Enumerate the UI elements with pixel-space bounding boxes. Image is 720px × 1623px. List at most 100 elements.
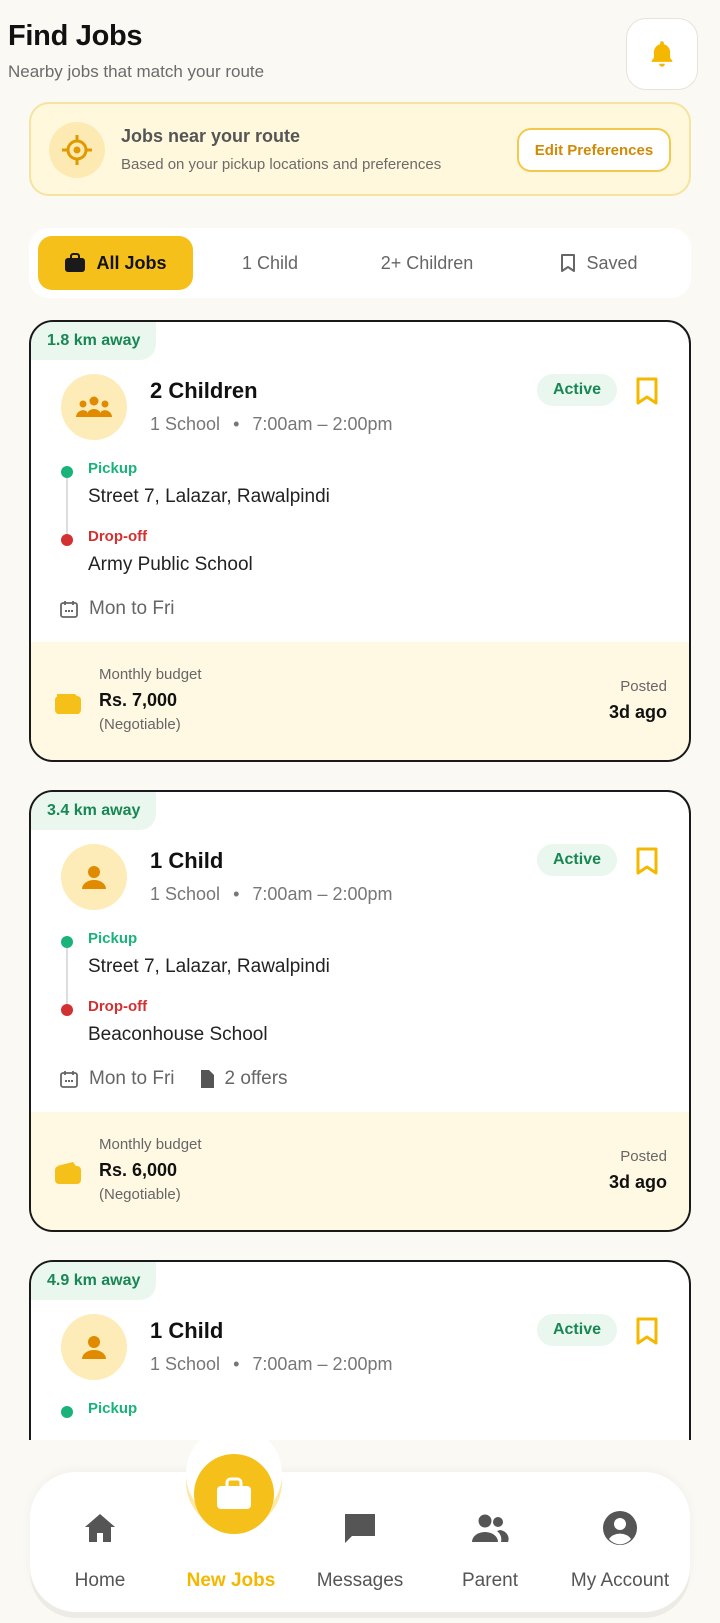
nav-label: Messages [316,1570,404,1591]
tab-label: All Jobs [96,252,167,273]
posted-label: Posted [620,678,667,695]
pickup-label: Pickup [88,930,138,947]
offers: 2 offers [199,1068,288,1090]
dropoff-address: Beaconhouse School [88,1024,268,1045]
budget-label: Monthly budget [99,1136,202,1153]
days: Mon to Fri [89,1068,175,1089]
tab-one-child[interactable]: 1 Child [205,236,335,290]
schedule: Mon to Fri 2 offers [59,1064,288,1094]
job-title: 1 Child [150,848,224,873]
edit-preferences-button[interactable]: Edit Preferences [517,128,671,172]
job-card[interactable]: 3.4 km away 1 Child 1 School • 7:00am – … [29,790,691,1232]
school-count: 1 School [150,884,221,904]
negotiable-note: (Negotiable) [99,1186,181,1203]
route-banner-title: Jobs near your route [121,126,301,146]
bottom-nav: Home New Jobs Messages Parent My Account [30,1472,690,1612]
budget-label: Monthly budget [99,666,202,683]
pickup-label: Pickup [88,1400,138,1417]
time-range: 7:00am – 2:00pm [252,884,393,904]
nav-my-account[interactable]: My Account [555,1472,685,1612]
notifications-button[interactable] [626,18,698,90]
job-meta: 1 School • 7:00am – 2:00pm [150,414,393,434]
status-badge: Active [536,844,617,876]
page-subtitle: Nearby jobs that match your route [8,62,265,81]
calendar-icon [60,601,78,618]
bookmark-icon [636,377,658,405]
wallet-icon [53,1158,83,1191]
briefcase-icon [217,1477,251,1509]
nav-label: Home [74,1570,126,1591]
job-card[interactable]: 1.8 km away 2 Children 1 School • 7:00am… [29,320,691,762]
dropoff-label: Drop-off [88,998,148,1015]
message-icon [342,1508,378,1548]
budget-amount: Rs. 7,000 [99,690,178,710]
budget-section: Monthly budget Rs. 7,000 (Negotiable) Po… [31,642,689,760]
tab-all-jobs[interactable]: All Jobs [38,236,193,290]
status-badge: Active [536,1314,617,1346]
dropoff-address: Army Public School [88,554,253,575]
page-title: Find Jobs [8,20,143,52]
nav-messages[interactable]: Messages [295,1472,425,1612]
time-range: 7:00am – 2:00pm [252,1354,393,1374]
pickup-address: Street 7, Lalazar, Rawalpindi [88,956,330,977]
job-meta: 1 School • 7:00am – 2:00pm [150,1354,393,1374]
schedule: Mon to Fri [59,594,175,624]
posted-label: Posted [620,1148,667,1165]
nav-parent[interactable]: Parent [425,1472,555,1612]
bell-icon [651,41,673,67]
tab-two-plus-children[interactable]: 2+ Children [347,236,507,290]
school-count: 1 School [150,414,221,434]
school-count: 1 School [150,1354,221,1374]
time-range: 7:00am – 2:00pm [252,414,393,434]
distance-badge: 4.9 km away [31,1262,157,1300]
tab-label: Saved [586,252,638,273]
dropoff-label: Drop-off [88,528,148,545]
header: Find Jobs Nearby jobs that match your ro… [8,18,712,108]
posted-time: 3d ago [608,1172,667,1192]
home-icon [83,1508,117,1548]
children-icon [61,374,127,440]
nav-label: Parent [462,1570,518,1591]
tab-label: 2+ Children [380,252,474,273]
pickup-dot [61,936,73,948]
distance-badge: 1.8 km away [31,322,157,360]
bookmark-icon [636,847,658,875]
days: Mon to Fri [89,598,175,619]
wallet-icon [53,688,83,721]
nav-label: New Jobs [186,1570,276,1591]
briefcase-icon [65,253,86,272]
tab-label: 1 Child [241,252,299,273]
dropoff-dot [61,534,73,546]
posted-time: 3d ago [608,702,667,722]
new-jobs-fab[interactable] [194,1454,274,1534]
crosshair-icon [49,122,105,178]
document-icon [200,1070,214,1088]
child-icon [61,844,127,910]
dropoff-dot [61,1004,73,1016]
calendar-icon [60,1071,78,1088]
bookmark-icon [561,254,576,272]
budget-amount: Rs. 6,000 [99,1160,178,1180]
budget-section: Monthly budget Rs. 6,000 (Negotiable) Po… [31,1112,689,1230]
status-badge: Active [536,374,617,406]
account-icon [602,1508,638,1548]
bookmark-button[interactable] [635,1316,659,1351]
offers-count: 2 offers [224,1068,288,1089]
bookmark-icon [636,1317,658,1345]
bookmark-button[interactable] [635,376,659,411]
route-banner: Jobs near your route Based on your picku… [29,102,691,196]
tab-saved[interactable]: Saved [519,236,679,290]
job-meta: 1 School • 7:00am – 2:00pm [150,884,393,904]
people-icon [471,1508,509,1548]
job-title: 2 Children [150,378,258,403]
pickup-dot [61,466,73,478]
job-filter-tabs: All Jobs 1 Child 2+ Children Saved [29,228,691,298]
bookmark-button[interactable] [635,846,659,881]
nav-home[interactable]: Home [35,1472,165,1612]
pickup-label: Pickup [88,460,138,477]
distance-badge: 3.4 km away [31,792,157,830]
nav-label: My Account [570,1570,670,1591]
negotiable-note: (Negotiable) [99,716,181,733]
pickup-dot [61,1406,73,1418]
job-title: 1 Child [150,1318,224,1343]
